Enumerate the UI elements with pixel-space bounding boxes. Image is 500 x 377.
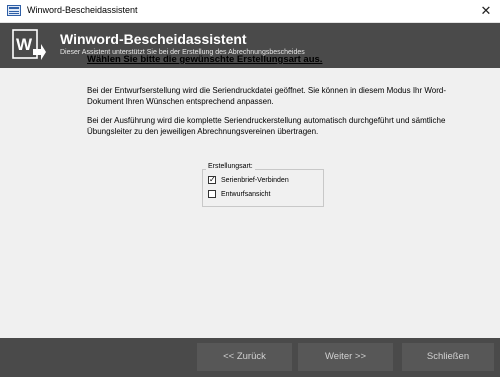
description-draft: Bei der Entwurfserstellung wird die Seri… — [87, 86, 447, 106]
title-bar: Winword-Bescheidassistent ✕ — [0, 0, 500, 23]
option-serienbrief[interactable]: Serienbrief-Verbinden — [208, 174, 289, 186]
window-title: Winword-Bescheidassistent — [27, 5, 138, 15]
next-button[interactable]: Weiter >> — [298, 343, 393, 371]
description-execute: Bei der Ausführung wird die komplette Se… — [87, 116, 446, 136]
back-button[interactable]: << Zurück — [197, 343, 292, 371]
close-button[interactable]: Schließen — [402, 343, 494, 371]
option-label-entwurf: Entwurfsansicht — [221, 191, 271, 198]
group-legend: Erstellungsart: — [206, 163, 255, 170]
word-document-icon: W — [12, 29, 46, 60]
page-heading: Wählen Sie bitte die gewünschte Erstellu… — [87, 54, 323, 65]
close-icon[interactable]: ✕ — [478, 2, 494, 19]
checkbox-entwurf[interactable] — [208, 190, 216, 199]
logo-letter: W — [16, 35, 33, 54]
option-entwurf[interactable]: Entwurfsansicht — [208, 189, 270, 200]
app-window-icon — [7, 5, 21, 16]
option-label-serienbrief: Serienbrief-Verbinden — [221, 177, 289, 184]
checkbox-serienbrief[interactable] — [208, 174, 216, 185]
footer-bar: << Zurück Weiter >> Schließen — [0, 338, 500, 377]
banner-title: Winword-Bescheidassistent — [60, 31, 247, 47]
